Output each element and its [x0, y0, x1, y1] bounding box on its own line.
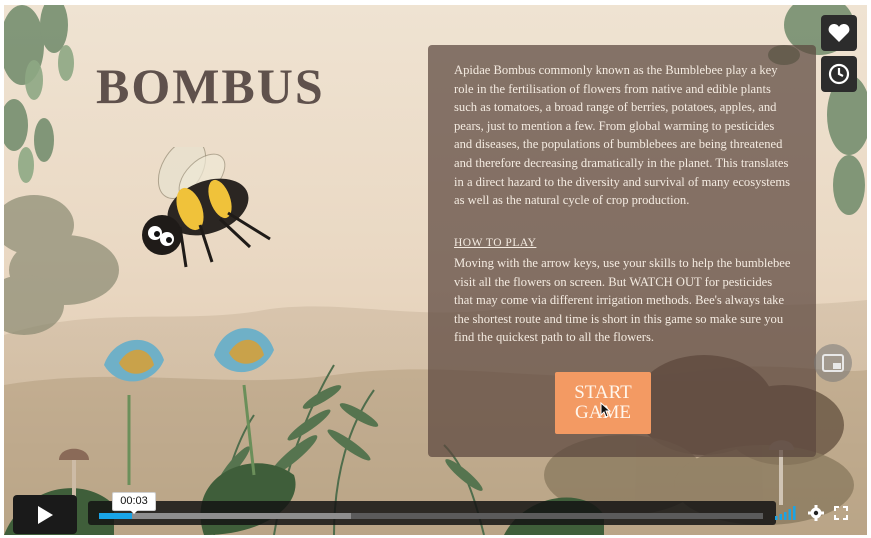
picture-in-picture-button[interactable] [814, 344, 852, 382]
fullscreen-icon [834, 506, 848, 520]
volume-bars-icon [775, 506, 796, 520]
mouse-cursor [600, 402, 612, 418]
info-panel: Apidae Bombus commonly known as the Bumb… [428, 45, 816, 457]
play-button[interactable] [13, 495, 77, 534]
clock-icon [828, 63, 850, 85]
game-title: BOMBUS [96, 58, 325, 114]
how-to-play-heading: HOW TO PLAY [454, 237, 537, 249]
like-button[interactable] [821, 15, 857, 51]
volume-button[interactable] [775, 501, 799, 525]
settings-button[interactable] [808, 501, 824, 525]
play-icon [38, 505, 53, 524]
how-to-play-text: Moving with the arrow keys, use your ski… [454, 256, 791, 345]
intro-text: Apidae Bombus commonly known as the Bumb… [454, 63, 791, 208]
fullscreen-button[interactable] [834, 501, 848, 525]
game-scene[interactable]: BOMBUS Apidae Bombus commonly known as t… [4, 5, 867, 535]
video-player: BOMBUS Apidae Bombus commonly known as t… [0, 0, 871, 538]
picture-in-picture-icon [822, 354, 844, 372]
tooltip-arrow [129, 509, 139, 514]
watch-later-button[interactable] [821, 56, 857, 92]
bumblebee-character[interactable] [120, 147, 290, 277]
heart-icon [828, 24, 850, 42]
progress-played [99, 513, 132, 519]
gear-icon [808, 505, 824, 521]
